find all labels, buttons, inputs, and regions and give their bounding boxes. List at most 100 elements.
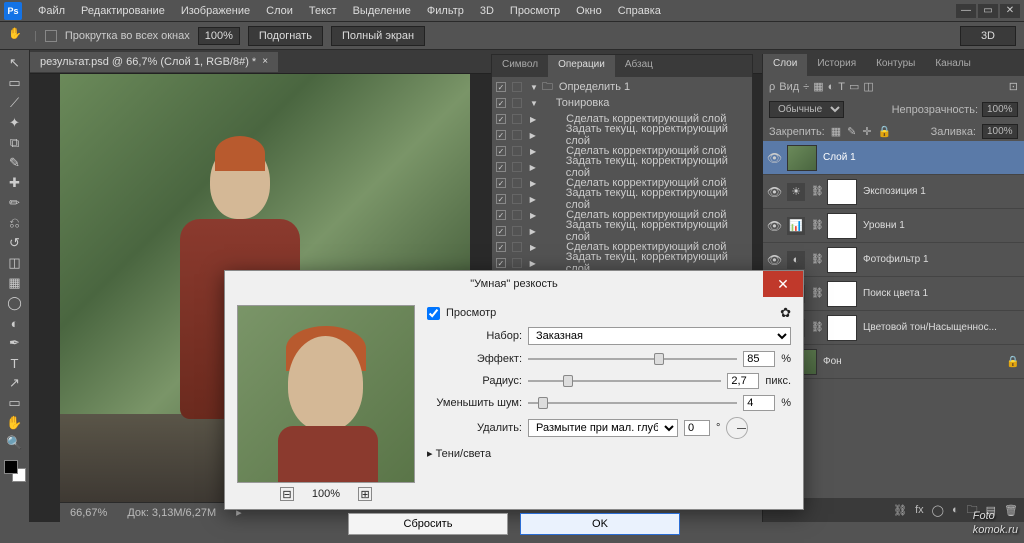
layer-name[interactable]: Слой 1: [823, 152, 856, 163]
zoom-value[interactable]: 100%: [198, 27, 240, 45]
mask-thumbnail[interactable]: [827, 213, 857, 239]
history-brush-tool[interactable]: ↺: [4, 234, 26, 252]
action-dialog-toggle[interactable]: [512, 146, 522, 156]
preset-select[interactable]: Заказная: [528, 327, 791, 345]
action-check[interactable]: ✓: [496, 130, 506, 140]
scroll-all-checkbox[interactable]: [45, 30, 57, 42]
tab-paragraph[interactable]: Абзац: [615, 55, 663, 77]
action-check[interactable]: ✓: [496, 210, 506, 220]
window-maximize[interactable]: ▭: [978, 4, 998, 18]
menu-file[interactable]: Файл: [30, 2, 73, 20]
radius-input[interactable]: [727, 373, 759, 389]
action-dialog-toggle[interactable]: [512, 242, 522, 252]
window-close[interactable]: ✕: [1000, 4, 1020, 18]
close-tab-icon[interactable]: ×: [262, 56, 268, 67]
filter-smart-icon[interactable]: ◫: [863, 80, 873, 93]
angle-dial[interactable]: [726, 417, 748, 439]
pen-tool[interactable]: ✒: [4, 334, 26, 352]
layer-kind-filter[interactable]: Вид: [779, 81, 799, 93]
action-check[interactable]: ✓: [496, 226, 506, 236]
menu-window[interactable]: Окно: [568, 2, 610, 20]
filter-adj-icon[interactable]: ◐: [828, 81, 835, 93]
preview-image[interactable]: [237, 305, 415, 483]
layer-name[interactable]: Уровни 1: [863, 220, 905, 231]
lock-position-icon[interactable]: ✛: [862, 125, 871, 138]
adjustment-layer-icon[interactable]: ◐: [952, 504, 959, 516]
menu-3d[interactable]: 3D: [472, 2, 502, 20]
layer-name[interactable]: Экспозиция 1: [863, 186, 926, 197]
menu-image[interactable]: Изображение: [173, 2, 258, 20]
tab-layers[interactable]: Слои: [763, 54, 807, 76]
visibility-icon[interactable]: 👁: [767, 219, 781, 233]
action-step[interactable]: Задать текущ. корректирующий слой: [566, 123, 750, 147]
action-dialog-toggle[interactable]: [512, 178, 522, 188]
disclosure-icon[interactable]: ▶: [530, 195, 536, 204]
workspace-picker[interactable]: 3D: [960, 26, 1016, 46]
path-tool[interactable]: ↗: [4, 374, 26, 392]
amount-input[interactable]: [743, 351, 775, 367]
action-check[interactable]: ✓: [496, 242, 506, 252]
tab-character[interactable]: Символ: [492, 55, 548, 77]
hand-tool[interactable]: ✋: [4, 414, 26, 432]
visibility-icon[interactable]: 👁: [767, 151, 781, 165]
fill-input[interactable]: [982, 124, 1018, 139]
blur-tool[interactable]: ◯: [4, 294, 26, 312]
tab-history[interactable]: История: [807, 54, 866, 76]
fx-icon[interactable]: fx: [915, 504, 924, 516]
layer-row[interactable]: 👁☀⛓Экспозиция 1: [763, 175, 1024, 209]
disclosure-icon[interactable]: ▼: [530, 99, 538, 108]
action-check[interactable]: ✓: [496, 162, 506, 172]
disclosure-icon[interactable]: ▶: [530, 147, 536, 156]
dialog-close-button[interactable]: ✕: [763, 271, 803, 297]
action-step[interactable]: Задать текущ. корректирующий слой: [566, 155, 750, 179]
link-icon[interactable]: ⛓: [811, 288, 821, 299]
lock-pixels-icon[interactable]: ✎: [847, 125, 856, 138]
action-name[interactable]: Тонировка: [556, 97, 609, 109]
zoom-tool[interactable]: 🔍: [4, 434, 26, 452]
layer-name[interactable]: Фон: [823, 356, 842, 367]
disclosure-icon[interactable]: ▼: [530, 83, 538, 92]
window-minimize[interactable]: —: [956, 4, 976, 18]
tab-channels[interactable]: Каналы: [925, 54, 981, 76]
tab-actions[interactable]: Операции: [548, 55, 615, 77]
noise-slider[interactable]: [528, 395, 737, 411]
action-check[interactable]: ✓: [496, 82, 506, 92]
shape-tool[interactable]: ▭: [4, 394, 26, 412]
link-icon[interactable]: ⛓: [811, 322, 821, 333]
disclosure-icon[interactable]: ▶: [530, 179, 536, 188]
action-check[interactable]: ✓: [496, 146, 506, 156]
remove-select[interactable]: Размытие при мал. глубине: [528, 419, 678, 437]
action-dialog-toggle[interactable]: [512, 258, 522, 268]
disclosure-icon[interactable]: ▶: [530, 259, 536, 268]
shadows-highlights-toggle[interactable]: ▸ Тени/света: [427, 445, 791, 462]
tab-paths[interactable]: Контуры: [866, 54, 925, 76]
menu-text[interactable]: Текст: [301, 2, 345, 20]
link-icon[interactable]: ⛓: [811, 186, 821, 197]
layer-name[interactable]: Поиск цвета 1: [863, 288, 928, 299]
lasso-tool[interactable]: ⟋: [4, 94, 26, 112]
menu-view[interactable]: Просмотр: [502, 2, 568, 20]
layer-name[interactable]: Фотофильтр 1: [863, 254, 929, 265]
action-dialog-toggle[interactable]: [512, 114, 522, 124]
disclosure-icon[interactable]: ▶: [530, 115, 536, 124]
action-dialog-toggle[interactable]: [512, 162, 522, 172]
layer-row[interactable]: 👁📊⛓Уровни 1: [763, 209, 1024, 243]
action-dialog-toggle[interactable]: [512, 130, 522, 140]
mask-thumbnail[interactable]: [827, 179, 857, 205]
blend-mode-select[interactable]: Обычные: [769, 101, 844, 118]
action-check[interactable]: ✓: [496, 178, 506, 188]
action-check[interactable]: ✓: [496, 114, 506, 124]
document-tab[interactable]: результат.psd @ 66,7% (Слой 1, RGB/8#) *…: [30, 52, 278, 72]
layer-row[interactable]: 👁 Слой 1: [763, 141, 1024, 175]
visibility-icon[interactable]: 👁: [767, 185, 781, 199]
gradient-tool[interactable]: ▦: [4, 274, 26, 292]
type-tool[interactable]: T: [4, 354, 26, 372]
marquee-tool[interactable]: ▭: [4, 74, 26, 92]
filter-shape-icon[interactable]: ▭: [849, 80, 859, 93]
status-zoom[interactable]: 66,67%: [70, 507, 107, 519]
reset-button[interactable]: Сбросить: [348, 513, 508, 535]
heal-tool[interactable]: ✚: [4, 174, 26, 192]
menu-filter[interactable]: Фильтр: [419, 2, 472, 20]
action-dialog-toggle[interactable]: [512, 194, 522, 204]
dialog-titlebar[interactable]: "Умная" резкость ✕: [225, 271, 803, 297]
